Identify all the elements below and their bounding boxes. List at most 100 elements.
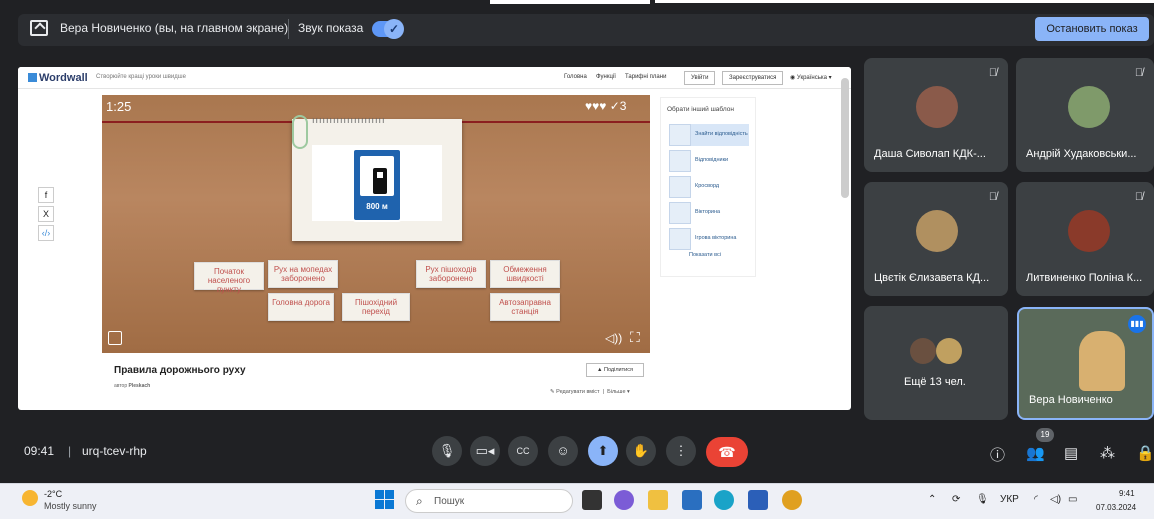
participant-tile[interactable]: 🎙̸ Даша Сиволап КДК-... bbox=[864, 58, 1008, 172]
taskbar-search[interactable]: ⌕ Пошук bbox=[405, 489, 573, 513]
keyboard-language[interactable]: УКР bbox=[1000, 494, 1019, 505]
hand-icon: ✋ bbox=[632, 443, 650, 458]
more-link[interactable]: Більше bbox=[607, 389, 625, 395]
facebook-share-icon[interactable]: f bbox=[38, 187, 54, 203]
stop-presenting-button[interactable]: Остановить показ bbox=[1035, 17, 1149, 41]
weather-description[interactable]: Mostly sunny bbox=[44, 501, 97, 511]
login-button[interactable]: Увійти bbox=[684, 71, 716, 85]
chrome-browser-icon[interactable] bbox=[782, 490, 802, 510]
speaking-indicator-icon: ▮▮▮ bbox=[1128, 315, 1146, 333]
template-label: Вікторина bbox=[695, 209, 721, 215]
host-controls-icon[interactable]: 🔒 bbox=[1136, 444, 1154, 462]
camera-icon: ▭◂ bbox=[475, 443, 495, 458]
share-sound-toggle[interactable]: ✓ bbox=[372, 19, 404, 39]
more-participants-tile[interactable]: Ещё 13 чел. bbox=[864, 306, 1008, 420]
template-thumb-icon bbox=[669, 202, 691, 224]
answer-tile[interactable]: Рух на мопедах заборонено bbox=[268, 260, 338, 288]
template-item[interactable]: Ігрова вікторина bbox=[669, 228, 749, 250]
file-explorer-icon[interactable] bbox=[648, 490, 668, 510]
windows-start-icon[interactable] bbox=[375, 490, 395, 510]
register-button[interactable]: Зареєструватися bbox=[722, 71, 784, 85]
speaker-icon[interactable]: ◁)) bbox=[605, 331, 622, 345]
activity-title: Правила дорожнього руху bbox=[114, 365, 246, 376]
sync-icon[interactable]: ⟳ bbox=[952, 494, 960, 505]
camera-button[interactable]: ▭◂ bbox=[470, 436, 500, 466]
nav-pricing[interactable]: Тарифні плани bbox=[625, 74, 666, 80]
template-label: Ігрова вікторина bbox=[695, 235, 737, 241]
taskbar-date[interactable]: 07.03.2024 bbox=[1096, 503, 1136, 512]
present-button[interactable]: ⬆ bbox=[588, 436, 618, 466]
template-thumb-icon bbox=[669, 228, 691, 250]
answer-tile[interactable]: Рух пішоходів заборонено bbox=[416, 260, 486, 288]
answer-tile[interactable]: Головна дорога bbox=[268, 293, 334, 321]
battery-icon[interactable]: ▭ bbox=[1068, 494, 1077, 505]
template-panel-title: Обрати інший шаблон bbox=[667, 106, 734, 113]
chevron-up-icon[interactable]: ⌃ bbox=[928, 494, 936, 505]
participant-count-badge: 19 bbox=[1036, 428, 1054, 442]
meeting-info-icon[interactable]: ⓘ bbox=[990, 444, 1005, 465]
captions-button[interactable]: CC bbox=[508, 436, 538, 466]
task-view-icon[interactable] bbox=[582, 490, 602, 510]
language-value: Українська bbox=[796, 75, 827, 81]
activities-icon[interactable]: ⁂ bbox=[1100, 444, 1115, 462]
meeting-clock: 09:41 bbox=[24, 444, 55, 458]
end-call-button[interactable]: ☎ bbox=[706, 437, 748, 467]
answer-tile[interactable]: Пішохідний перехід bbox=[342, 293, 410, 321]
share-button[interactable]: ▲ Поділитися bbox=[586, 363, 644, 377]
participant-tile[interactable]: 🎙̸ Андрій Худаковськи... bbox=[1016, 58, 1154, 172]
participant-tile[interactable]: 🎙̸ Цвєтік Єлизавета КД... bbox=[864, 182, 1008, 296]
fullscreen-icon[interactable]: ⛶ bbox=[630, 329, 640, 346]
store-icon[interactable] bbox=[682, 490, 702, 510]
people-icon[interactable]: 👥 bbox=[1026, 444, 1045, 462]
edit-content-link[interactable]: Редагувати вміст bbox=[556, 389, 599, 395]
template-item[interactable]: Кросворд bbox=[669, 176, 749, 198]
template-item[interactable]: Відповідники bbox=[669, 150, 749, 172]
self-video-tile[interactable]: ▮▮▮ Вера Новиченко bbox=[1017, 307, 1154, 420]
mic-tray-icon[interactable]: 🎙 bbox=[976, 494, 989, 505]
chat-app-icon[interactable] bbox=[614, 490, 634, 510]
nav-features[interactable]: Функції bbox=[596, 74, 616, 80]
template-item[interactable]: Вікторина bbox=[669, 202, 749, 224]
wifi-icon[interactable]: ◜ bbox=[1034, 494, 1038, 505]
chat-icon[interactable]: ▤ bbox=[1064, 444, 1078, 462]
taskbar-time[interactable]: 9:41 bbox=[1119, 489, 1135, 498]
show-all-link[interactable]: Показати всі bbox=[689, 252, 721, 258]
lives-score: ♥♥♥ ✓3 bbox=[585, 99, 627, 113]
window-strip bbox=[655, 0, 1154, 3]
x-share-icon[interactable]: X bbox=[38, 206, 54, 222]
shared-screen: Wordwall Створюйте кращі уроки швидше Го… bbox=[18, 67, 851, 410]
template-label: Знайти відповідність bbox=[695, 131, 748, 137]
sign-panel bbox=[360, 156, 394, 196]
language-select[interactable]: ◉ Українська ▾ bbox=[790, 74, 832, 81]
weather-sun-icon[interactable] bbox=[22, 490, 38, 506]
volume-icon[interactable]: ◁) bbox=[1050, 494, 1061, 505]
template-label: Кросворд bbox=[695, 183, 720, 189]
more-options-button[interactable]: ⋮ bbox=[666, 436, 696, 466]
answer-tile[interactable]: Обмеження швидкості bbox=[490, 260, 560, 288]
participant-tile[interactable]: 🎙̸ Литвиненко Поліна К... bbox=[1016, 182, 1154, 296]
template-item[interactable]: Знайти відповідність bbox=[669, 124, 749, 146]
temperature[interactable]: -2°C bbox=[44, 489, 62, 499]
edge-browser-icon[interactable] bbox=[714, 490, 734, 510]
self-video-figure bbox=[1079, 331, 1125, 391]
menu-icon[interactable] bbox=[108, 331, 122, 345]
embed-icon[interactable]: ‹/› bbox=[38, 225, 54, 241]
reactions-button[interactable]: ☺ bbox=[548, 436, 578, 466]
answer-tile[interactable]: Автозаправна станція bbox=[490, 293, 560, 321]
presenter-label: Вера Новиченко (вы, на главном экране) bbox=[60, 21, 289, 35]
author-line: автор Pleskach bbox=[114, 383, 150, 389]
microphone-button[interactable]: 🎙 bbox=[432, 436, 462, 466]
answer-tile[interactable]: Початок населеного пункту bbox=[194, 262, 264, 294]
nav-home[interactable]: Головна bbox=[564, 74, 587, 80]
author-name[interactable]: Pleskach bbox=[129, 383, 151, 389]
participant-name: Литвиненко Поліна К... bbox=[1026, 272, 1143, 284]
mic-off-icon: 🎙̸ bbox=[988, 67, 998, 79]
meeting-code: urq-tcev-rhp bbox=[82, 444, 147, 458]
raise-hand-button[interactable]: ✋ bbox=[626, 436, 656, 466]
participant-name: Андрій Худаковськи... bbox=[1026, 148, 1137, 160]
wordwall-logo[interactable]: Wordwall bbox=[28, 72, 88, 84]
avatar bbox=[1068, 210, 1110, 252]
word-icon[interactable] bbox=[748, 490, 768, 510]
avatar bbox=[916, 210, 958, 252]
scrollbar[interactable] bbox=[841, 78, 849, 198]
